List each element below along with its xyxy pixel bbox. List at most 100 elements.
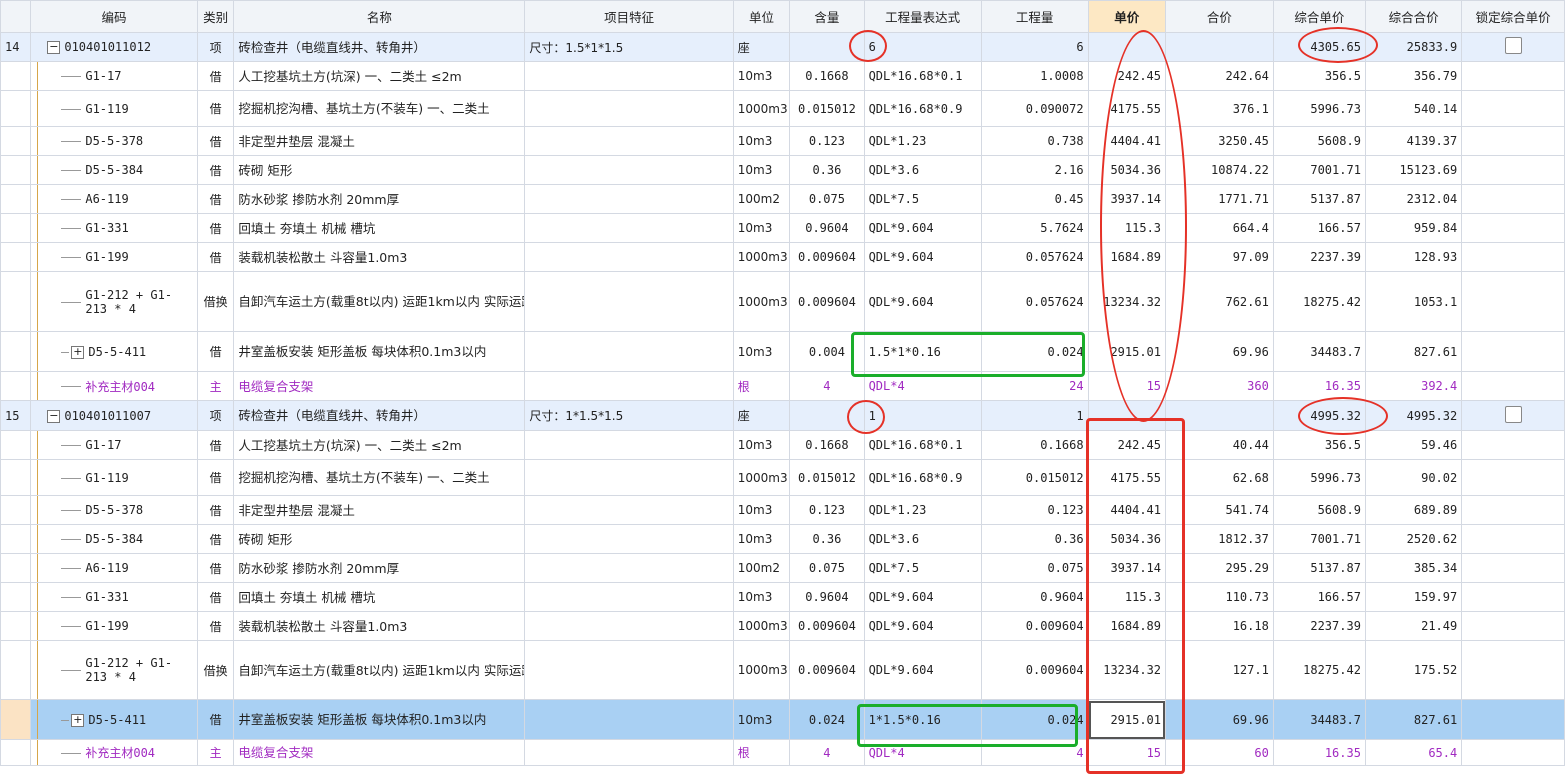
cell-expr[interactable]: QDL*1.23 <box>863 126 982 156</box>
quota-row[interactable]: G1-119 借挖掘机挖沟槽、基坑土方(不装车) 一、二类土 1000m3 0.015… <box>0 459 1565 496</box>
cell-category[interactable]: 借 <box>196 331 235 372</box>
cell-code[interactable]: D5-5-384 <box>30 524 198 554</box>
cell-qty[interactable]: 4 <box>980 739 1089 766</box>
cell-comp-unit-price[interactable]: 5996.73 <box>1272 459 1366 496</box>
cell-feature[interactable] <box>524 90 734 127</box>
cell-unit-price[interactable]: 115.3 <box>1087 213 1167 243</box>
cell-code[interactable]: + D5-5-411 <box>30 699 198 740</box>
col-comp-unit-price[interactable]: 综合单价 <box>1272 0 1366 33</box>
cell-feature[interactable]: 尺寸：1*1.5*1.5 <box>524 400 734 431</box>
cell-total-price[interactable]: 97.09 <box>1165 242 1274 272</box>
cell-unit-price[interactable]: 4175.55 <box>1087 90 1167 127</box>
cell-name[interactable]: 防水砂浆 掺防水剂 20mm厚 <box>233 553 526 583</box>
cell-unit-price[interactable] <box>1087 32 1167 62</box>
cell-lock[interactable] <box>1461 331 1565 372</box>
cell-total-price[interactable]: 60 <box>1165 739 1274 766</box>
cell-code[interactable]: A6-119 <box>30 184 198 214</box>
cell-comp-total[interactable]: 540.14 <box>1364 90 1463 127</box>
cell-unit-price[interactable]: 242.45 <box>1087 430 1167 460</box>
cell-lock[interactable] <box>1461 553 1565 583</box>
cell-comp-unit-price[interactable]: 34483.7 <box>1272 331 1366 372</box>
lock-checkbox[interactable] <box>1504 405 1522 423</box>
cell-total-price[interactable]: 1771.71 <box>1165 184 1274 214</box>
cell-unit-price[interactable]: 1684.89 <box>1087 242 1167 272</box>
cell-lock[interactable] <box>1461 582 1565 612</box>
cell-name[interactable]: 砖砌 矩形 <box>233 155 526 185</box>
cell-unit[interactable]: 10m3 <box>732 524 791 554</box>
cell-feature[interactable] <box>524 739 734 766</box>
cell-unit[interactable]: 根 <box>732 371 791 401</box>
cell-name[interactable]: 挖掘机挖沟槽、基坑土方(不装车) 一、二类土 <box>233 90 526 127</box>
cell-unit-price[interactable]: 4404.41 <box>1087 126 1167 156</box>
cell-unit[interactable]: 10m3 <box>732 430 791 460</box>
cell-name[interactable]: 挖掘机挖沟槽、基坑土方(不装车) 一、二类土 <box>233 459 526 496</box>
cell-unit-price[interactable]: 15 <box>1087 371 1167 401</box>
cell-total-price[interactable]: 360 <box>1165 371 1274 401</box>
cell-total-price[interactable]: 10874.22 <box>1165 155 1274 185</box>
cell-name[interactable]: 人工挖基坑土方(坑深) 一、二类土 ≤2m <box>233 61 526 91</box>
col-code[interactable]: 编码 <box>30 0 198 33</box>
cell-feature[interactable] <box>524 582 734 612</box>
item-row[interactable]: 14−010401011012 项砖检查井（电缆直线井、转角井） 尺寸：1.5*1*… <box>0 32 1565 62</box>
cell-lock[interactable] <box>1461 213 1565 243</box>
cell-content[interactable]: 0.075 <box>789 184 865 214</box>
cell-category[interactable]: 借 <box>196 495 235 525</box>
cell-expr[interactable]: QDL*16.68*0.1 <box>863 430 982 460</box>
cell-feature[interactable] <box>524 61 734 91</box>
quota-row[interactable]: G1-212 + G1-213 * 4 借换 自卸汽车运土方(载重8t以内) 运距1… <box>0 271 1565 332</box>
cell-expr[interactable]: QDL*1.23 <box>863 495 982 525</box>
cell-name[interactable]: 砖检查井（电缆直线井、转角井） <box>233 400 526 431</box>
cell-total-price[interactable]: 110.73 <box>1165 582 1274 612</box>
cell-feature[interactable] <box>524 640 734 700</box>
cell-qty[interactable]: 0.009604 <box>980 611 1089 641</box>
cell-feature[interactable] <box>524 699 734 740</box>
cell-name[interactable]: 砖砌 矩形 <box>233 524 526 554</box>
cell-code[interactable]: D5-5-384 <box>30 155 198 185</box>
cell-unit-price[interactable]: 13234.32 <box>1087 640 1167 700</box>
cell-name[interactable]: 防水砂浆 掺防水剂 20mm厚 <box>233 184 526 214</box>
cell-total-price[interactable] <box>1165 400 1274 431</box>
lock-checkbox[interactable] <box>1504 37 1522 54</box>
cell-expr[interactable]: QDL*9.604 <box>863 242 982 272</box>
cell-qty[interactable]: 0.090072 <box>980 90 1089 127</box>
cell-expr[interactable]: QDL*4 <box>863 371 982 401</box>
cell-comp-unit-price[interactable]: 5608.9 <box>1272 495 1366 525</box>
cell-code[interactable]: 补充主材004 <box>30 371 198 401</box>
cell-content[interactable]: 0.075 <box>789 553 865 583</box>
cell-feature[interactable] <box>524 126 734 156</box>
cell-name[interactable]: 回填土 夯填土 机械 槽坑 <box>233 213 526 243</box>
cell-feature[interactable] <box>524 495 734 525</box>
cell-comp-total[interactable]: 4139.37 <box>1364 126 1463 156</box>
cell-total-price[interactable]: 40.44 <box>1165 430 1274 460</box>
cell-expr[interactable]: 6 <box>863 32 982 62</box>
cell-content[interactable]: 0.009604 <box>789 242 865 272</box>
cell-name[interactable]: 装载机装松散土 斗容量1.0m3 <box>233 242 526 272</box>
cell-lock[interactable] <box>1461 371 1565 401</box>
cell-comp-total[interactable]: 959.84 <box>1364 213 1463 243</box>
cell-category[interactable]: 项 <box>196 32 235 62</box>
cell-comp-unit-price[interactable]: 16.35 <box>1272 371 1366 401</box>
cell-qty[interactable]: 0.057624 <box>980 271 1089 332</box>
cell-total-price[interactable]: 3250.45 <box>1165 126 1274 156</box>
col-lock[interactable]: 锁定综合单价 <box>1461 0 1565 33</box>
cell-qty[interactable]: 6 <box>980 32 1089 62</box>
cell-unit-price[interactable]: 4175.55 <box>1087 459 1167 496</box>
cell-expr[interactable]: QDL*3.6 <box>863 524 982 554</box>
quota-row[interactable]: + D5-5-411 借井室盖板安装 矩形盖板 每块体积0.1m3以内 10m3 0.0… <box>0 699 1565 740</box>
cell-code[interactable]: G1-199 <box>30 611 198 641</box>
cell-comp-total[interactable]: 827.61 <box>1364 331 1463 372</box>
cell-comp-unit-price[interactable]: 2237.39 <box>1272 242 1366 272</box>
cell-code[interactable]: G1-119 <box>30 459 198 496</box>
quota-row[interactable]: G1-331 借回填土 夯填土 机械 槽坑 10m3 0.9604 QDL*9.604 5… <box>0 213 1565 243</box>
cell-comp-unit-price[interactable]: 2237.39 <box>1272 611 1366 641</box>
cell-total-price[interactable]: 376.1 <box>1165 90 1274 127</box>
cell-content[interactable]: 0.1668 <box>789 61 865 91</box>
cell-unit-price[interactable]: 13234.32 <box>1087 271 1167 332</box>
cell-code[interactable]: G1-331 <box>30 213 198 243</box>
col-qty[interactable]: 工程量 <box>980 0 1089 33</box>
cell-category[interactable]: 借换 <box>196 640 235 700</box>
cell-lock[interactable] <box>1461 126 1565 156</box>
cell-unit[interactable]: 100m2 <box>732 184 791 214</box>
cell-category[interactable]: 主 <box>196 739 235 766</box>
cell-comp-unit-price[interactable]: 166.57 <box>1272 582 1366 612</box>
